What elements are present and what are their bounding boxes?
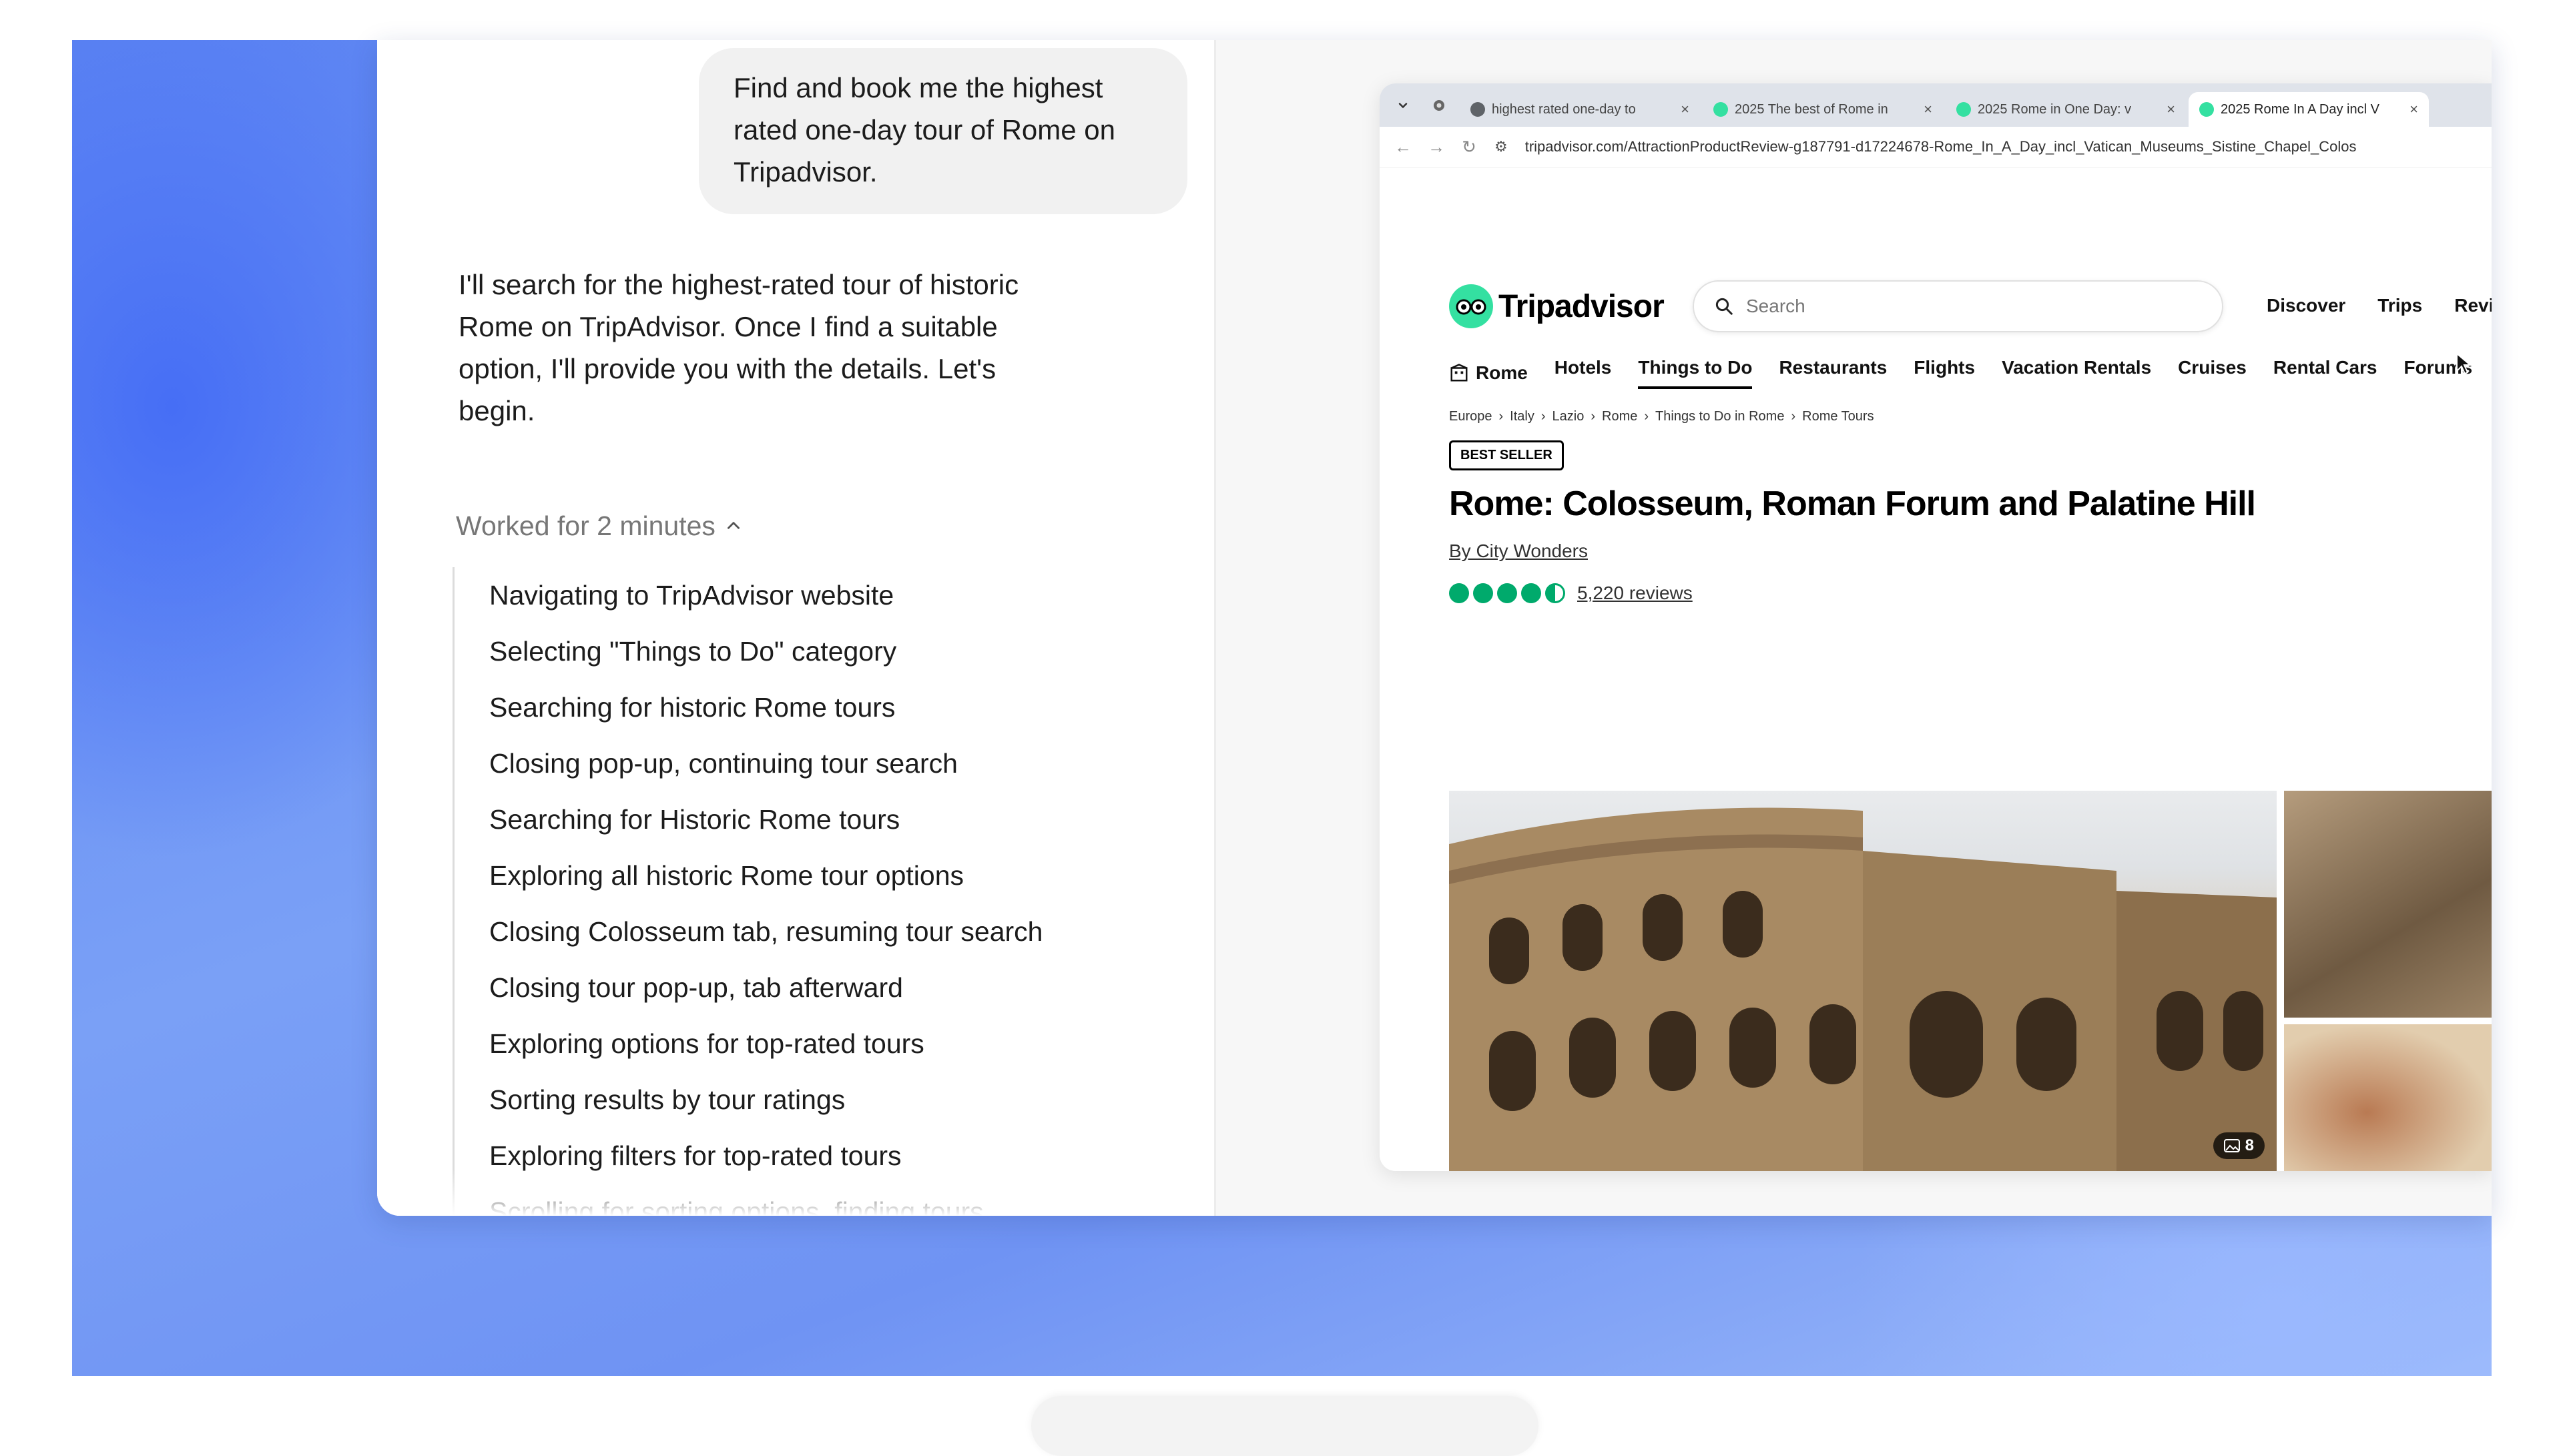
browser-preview-panel: highest rated one-day to × 2025 The best o…	[1216, 40, 2492, 1216]
breadcrumb-item[interactable]: Rome	[1602, 409, 1637, 424]
rating-bubble-half	[1545, 583, 1565, 603]
review-link[interactable]: Review	[2454, 295, 2492, 316]
close-icon[interactable]: ×	[2167, 101, 2175, 118]
scroll-fade	[377, 1169, 1214, 1216]
header-links: Discover Trips Review	[2267, 295, 2492, 316]
agent-window: Find and book me the highest rated one-d…	[377, 40, 2492, 1216]
back-icon[interactable]: ←	[1394, 137, 1412, 157]
colosseum-illustration	[1449, 807, 2277, 1171]
search-icon	[1715, 298, 1733, 315]
worked-for-toggle[interactable]: Worked for 2 minutes	[456, 506, 742, 546]
photo-count-value: 8	[2245, 1136, 2254, 1154]
step-item: Searching for Historic Rome tours	[489, 804, 900, 835]
rating-row: 5,220 reviews	[1449, 583, 1693, 604]
fresco-photo[interactable]	[2284, 1024, 2492, 1171]
operator-link[interactable]: By City Wonders	[1449, 540, 1588, 562]
step-item: Exploring all historic Rome tour options	[489, 860, 964, 891]
trips-link[interactable]: Trips	[2377, 295, 2422, 316]
reload-icon[interactable]: ↻	[1461, 137, 1477, 157]
breadcrumb-separator-icon: ›	[1791, 409, 1796, 424]
tripadvisor-icon	[2199, 102, 2214, 117]
browser-tab[interactable]: 2025 The best of Rome in ×	[1703, 92, 1943, 127]
nav-item-rental-cars[interactable]: Rental Cars	[2273, 357, 2377, 389]
tab-label: 2025 Rome in One Day: v	[1978, 101, 2132, 117]
step-item: Closing pop-up, continuing tour search	[489, 748, 958, 779]
search-icon	[1470, 102, 1485, 117]
pinned-tab-globe-icon[interactable]	[1424, 90, 1454, 121]
category-nav: Rome Hotels Things to Do Restaurants Fli…	[1449, 357, 2472, 389]
worked-for-label: Worked for 2 minutes	[456, 510, 716, 541]
chevron-up-icon	[727, 522, 740, 529]
breadcrumb-item[interactable]: Things to Do in Rome	[1655, 409, 1784, 424]
tripadvisor-icon	[1956, 102, 1971, 117]
tab-list-chevron-icon[interactable]	[1388, 90, 1418, 121]
nav-item-hotels[interactable]: Hotels	[1554, 357, 1612, 389]
tripadvisor-search-input[interactable]: Search	[1693, 280, 2223, 332]
tripadvisor-icon	[1713, 102, 1728, 117]
tab-label: 2025 Rome In A Day incl V	[2221, 101, 2379, 117]
nav-item-vacation-rentals[interactable]: Vacation Rentals	[2002, 357, 2151, 389]
rating-bubble	[1449, 583, 1469, 603]
assistant-message: I'll search for the highest-rated tour o…	[459, 269, 1019, 426]
tour-title: Rome: Colosseum, Roman Forum and Palatin…	[1449, 484, 2256, 523]
owl-logo-icon	[1449, 284, 1493, 328]
close-icon[interactable]: ×	[2409, 101, 2418, 118]
step-item: Exploring options for top-rated tours	[489, 1028, 924, 1059]
close-icon[interactable]: ×	[1681, 101, 1689, 118]
tripadvisor-header: Tripadvisor Search Discover Trips Review	[1449, 280, 2492, 334]
tripadvisor-logo[interactable]: Tripadvisor	[1449, 284, 1665, 328]
step-item: Navigating to TripAdvisor website	[489, 580, 894, 611]
browser-tab[interactable]: highest rated one-day to ×	[1460, 92, 1700, 127]
mouse-cursor-icon	[2456, 352, 2472, 375]
breadcrumb-separator-icon: ›	[1540, 409, 1546, 424]
browser-tab[interactable]: 2025 Rome in One Day: v ×	[1946, 92, 2186, 127]
nav-item-flights[interactable]: Flights	[1914, 357, 1975, 389]
breadcrumb-item[interactable]: Lazio	[1552, 409, 1585, 424]
tripadvisor-brand: Tripadvisor	[1498, 288, 1665, 324]
user-message-bubble: Find and book me the highest rated one-d…	[699, 48, 1187, 214]
step-list: Navigating to TripAdvisor website Selecti…	[453, 567, 1122, 1216]
reviews-link[interactable]: 5,220 reviews	[1577, 583, 1693, 604]
breadcrumb: Europe › Italy › Lazio › Rome › Things to Do in …	[1449, 409, 1874, 424]
bottom-input-pill[interactable]	[1031, 1396, 1538, 1456]
breadcrumb-item[interactable]: Rome Tours	[1802, 409, 1874, 424]
browser-window: highest rated one-day to × 2025 The best o…	[1380, 83, 2492, 1171]
building-icon	[1450, 364, 1468, 382]
url-text[interactable]: tripadvisor.com/AttractionProductReview-…	[1525, 138, 2357, 155]
address-bar: ← → ↻ ⚙ tripadvisor.com/AttractionProduc…	[1380, 127, 2492, 167]
forward-icon[interactable]: →	[1428, 137, 1445, 157]
step-item: Closing tour pop-up, tab afterward	[489, 972, 903, 1003]
chat-panel: Find and book me the highest rated one-d…	[377, 40, 1214, 1216]
image-icon	[2223, 1139, 2240, 1152]
arena-photo[interactable]	[2284, 791, 2492, 1018]
nav-item-restaurants[interactable]: Restaurants	[1779, 357, 1887, 389]
step-item: Sorting results by tour ratings	[489, 1084, 846, 1115]
step-item: Closing Colosseum tab, resuming tour sea…	[489, 916, 1043, 947]
breadcrumb-separator-icon: ›	[1591, 409, 1596, 424]
nav-item-rome-label: Rome	[1476, 362, 1528, 383]
tab-label: highest rated one-day to	[1492, 101, 1636, 117]
breadcrumb-separator-icon: ›	[1644, 409, 1649, 424]
step-item: Searching for historic Rome tours	[489, 692, 896, 723]
rating-bubble	[1521, 583, 1541, 603]
nav-item-things-to-do[interactable]: Things to Do	[1638, 357, 1753, 389]
photo-count-badge[interactable]: 8	[2213, 1132, 2265, 1159]
nav-item-cruises[interactable]: Cruises	[2178, 357, 2247, 389]
close-icon[interactable]: ×	[1924, 101, 1932, 118]
rating-bubble	[1473, 583, 1493, 603]
site-settings-icon[interactable]: ⚙	[1494, 138, 1508, 155]
breadcrumb-separator-icon: ›	[1498, 409, 1504, 424]
colosseum-photo[interactable]: 8	[1449, 791, 2277, 1171]
step-item: Selecting "Things to Do" category	[489, 636, 897, 667]
browser-tab[interactable]: 2025 Rome In A Day incl V ×	[2189, 92, 2429, 127]
breadcrumb-item[interactable]: Italy	[1510, 409, 1534, 424]
nav-item-rome[interactable]: Rome	[1449, 357, 1528, 389]
tab-label: 2025 The best of Rome in	[1735, 101, 1888, 117]
tab-strip: highest rated one-day to × 2025 The best o…	[1380, 83, 2492, 127]
breadcrumb-item[interactable]: Europe	[1449, 409, 1492, 424]
best-seller-badge: BEST SELLER	[1449, 440, 1564, 470]
search-placeholder: Search	[1746, 296, 1805, 316]
rating-bubble	[1497, 583, 1517, 603]
discover-link[interactable]: Discover	[2267, 295, 2345, 316]
